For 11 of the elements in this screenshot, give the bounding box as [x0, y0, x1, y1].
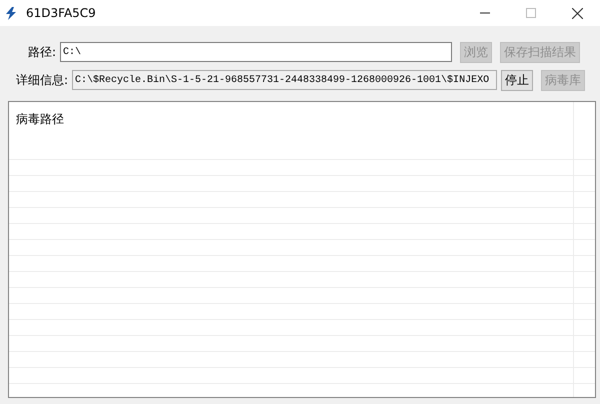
list-header: 病毒路径: [16, 111, 64, 128]
details-field[interactable]: C:\$Recycle.Bin\S-1-5-21-968557731-2448338499-1268000926-1001\$INJEXO: [72, 70, 497, 90]
close-icon[interactable]: [572, 8, 582, 18]
results-list[interactable]: 病毒路径: [8, 101, 596, 398]
field-label: 路径:: [26, 44, 56, 60]
action-button[interactable]: 停止: [501, 70, 533, 90]
path-field[interactable]: C:\: [60, 42, 452, 62]
field-label: 详细信息:: [14, 72, 68, 88]
window-title: 61D3FA5C9: [26, 6, 97, 20]
maximize-icon: [526, 8, 536, 18]
lightning-icon: [6, 6, 16, 20]
